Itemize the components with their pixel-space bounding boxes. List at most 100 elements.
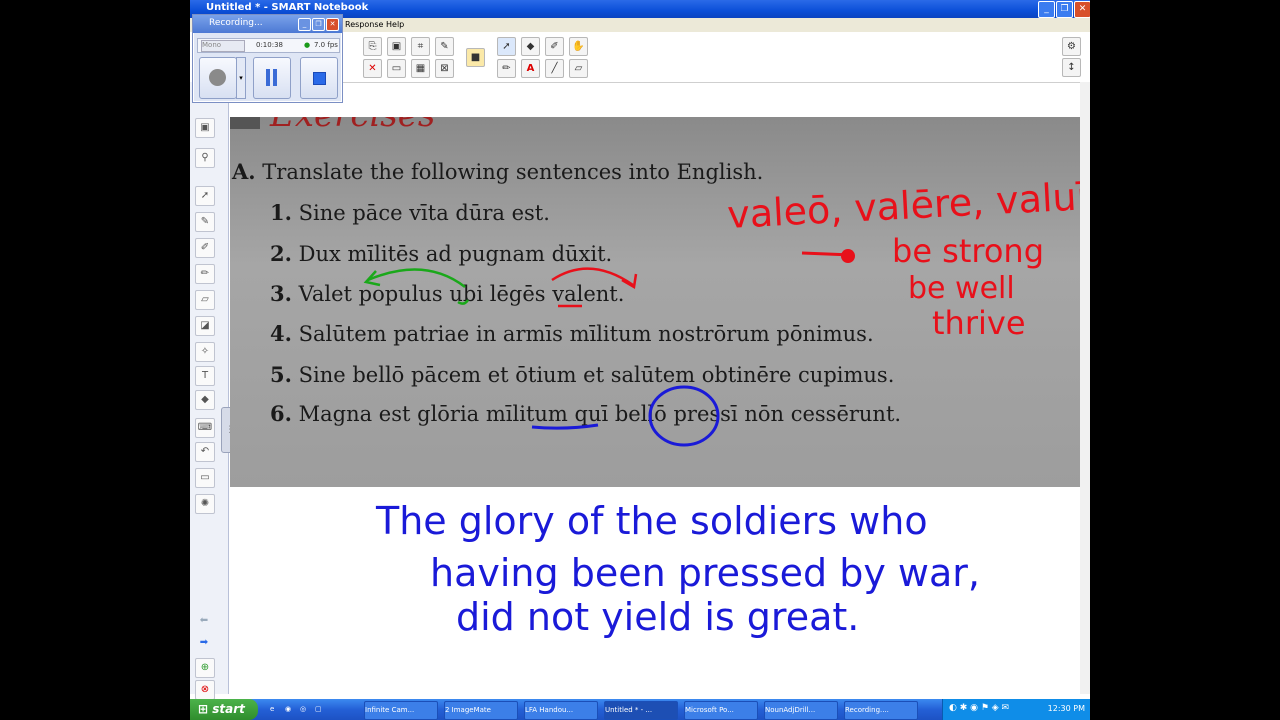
sentence-6: 6. Magna est glōria mīlitum quī bellō pr…	[270, 401, 901, 426]
task-label: NounAdjDrill...	[765, 706, 816, 714]
menu-response[interactable]: Response	[345, 20, 383, 29]
instruction-label: A.	[232, 159, 256, 184]
add-page-icon[interactable]: ⊕	[195, 658, 215, 678]
shapes-icon[interactable]: ◆	[521, 37, 540, 56]
blue-note-line1: The glory of the soldiers who	[375, 499, 928, 543]
clock: 12:30 PM	[1047, 704, 1085, 713]
instruction-text: Translate the following sentences into E…	[262, 160, 764, 184]
quicklaunch-desktop-icon[interactable]: ▢	[315, 701, 329, 718]
tray-icons[interactable]: ◐ ✱ ◉ ⚑ ◈ ✉	[949, 703, 1009, 713]
table-icon[interactable]: ▭	[387, 59, 406, 78]
gear-icon[interactable]: ⚙	[1062, 37, 1081, 56]
recording-widget: Recording... _ ❐ ✕ Mono 0:10:38 ● 7.0 fp…	[192, 14, 343, 103]
record-button[interactable]	[199, 57, 237, 99]
fill-icon[interactable]: ✋	[569, 37, 588, 56]
minimize-button[interactable]: _	[1038, 1, 1055, 18]
paste-icon[interactable]: ⎘	[363, 37, 382, 56]
quicklaunch-disc-icon[interactable]: ◎	[300, 701, 314, 718]
attachments-icon[interactable]: ⚲	[195, 148, 215, 168]
shape-tool-icon[interactable]: ◆	[195, 390, 215, 410]
magic-pen-icon[interactable]: ✐	[545, 37, 564, 56]
gallery-icon[interactable]: ■	[466, 48, 485, 67]
recording-title-bar[interactable]: Recording... _ ❐ ✕	[193, 15, 342, 33]
close-button[interactable]: ✕	[1074, 1, 1090, 18]
task-nounadjdrill[interactable]: NounAdjDrill...	[764, 701, 838, 720]
line-icon[interactable]: ╱	[545, 59, 564, 78]
recording-title: Recording...	[209, 18, 263, 28]
pen-tool-icon[interactable]: ✎	[195, 212, 215, 232]
recorder-status-bar: Mono 0:10:38 ● 7.0 fps	[197, 38, 340, 53]
instruction-line: A. Translate the following sentences int…	[232, 159, 763, 184]
undo-icon[interactable]: ↶	[195, 442, 215, 462]
recorder-minimize-button[interactable]: _	[298, 18, 311, 31]
keyboard-icon[interactable]: ⌨	[195, 418, 215, 438]
stop-icon	[313, 72, 326, 85]
properties-icon[interactable]: ✎	[435, 37, 454, 56]
pause-icon	[266, 69, 270, 86]
task-infinite-cam[interactable]: Infinite Cam...	[364, 701, 438, 720]
recorder-restore-button[interactable]: ❐	[312, 18, 325, 31]
task-label: Recording....	[845, 706, 889, 714]
record-icon	[209, 69, 226, 86]
start-button[interactable]: ⊞ start	[190, 699, 258, 720]
sentence-5: 5. Sine bellō pācem et ōtium et salūtem …	[270, 362, 894, 387]
back-arrow-icon[interactable]: ⬅	[195, 612, 213, 630]
task-recording[interactable]: Recording....	[844, 701, 918, 720]
recorder-close-button[interactable]: ✕	[326, 18, 339, 31]
sentence-number: 1.	[270, 200, 292, 225]
record-options-dropdown[interactable]: ▾	[236, 57, 246, 99]
sentence-text: Salūtem patriae in armīs mīlitum nostrōr…	[298, 322, 874, 346]
sentence-text: Sine bellō pācem et ōtium et salūtem obt…	[298, 363, 895, 387]
sentence-number: 4.	[270, 321, 292, 346]
pause-button[interactable]	[253, 57, 291, 99]
recording-time: 0:10:38	[256, 41, 283, 49]
task-label: Infinite Cam...	[365, 706, 415, 714]
delete-icon[interactable]: ✕	[363, 59, 382, 78]
eraser-icon[interactable]: ▱	[569, 59, 588, 78]
text-tool-icon[interactable]: T	[195, 366, 215, 386]
pens-icon[interactable]: ✏	[497, 59, 516, 78]
fill-tool-icon[interactable]: ◪	[195, 316, 215, 336]
creative-pen-icon[interactable]: ✐	[195, 238, 215, 258]
select-tool-icon[interactable]: ➚	[195, 186, 215, 206]
text-icon[interactable]: A	[521, 59, 540, 78]
task-label: Untitled * - ...	[605, 706, 653, 714]
task-imagemate[interactable]: 2 ImageMate	[444, 701, 518, 720]
task-powerpoint[interactable]: Microsoft Po...	[684, 701, 758, 720]
quicklaunch-media-icon[interactable]: ◉	[285, 701, 299, 718]
forward-arrow-icon[interactable]: ➡	[195, 634, 213, 652]
pause-icon-bar	[273, 69, 277, 86]
vertical-scrollbar[interactable]	[1080, 82, 1090, 694]
settings-icon[interactable]: ✺	[195, 494, 215, 514]
sentence-text: Magna est glōria mīlitum quī bellō press…	[298, 402, 902, 426]
task-lfa-handout[interactable]: LFA Handou...	[524, 701, 598, 720]
highlighter-icon[interactable]: ✏	[195, 264, 215, 284]
recording-fps: 7.0 fps	[314, 41, 338, 49]
maximize-button[interactable]: ❐	[1056, 1, 1073, 18]
quicklaunch-ie-icon[interactable]: e	[270, 701, 284, 718]
window-title: Untitled * - SMART Notebook	[206, 2, 369, 13]
sentence-4: 4. Salūtem patriae in armīs mīlitum nost…	[270, 321, 874, 346]
select-icon[interactable]: ➚	[497, 37, 516, 56]
fullscreen-icon[interactable]: ⊠	[435, 59, 454, 78]
eraser-tool-icon[interactable]: ▱	[195, 290, 215, 310]
task-smart-notebook[interactable]: Untitled * - ...	[604, 701, 678, 720]
task-label: 2 ImageMate	[445, 706, 491, 714]
sentence-text: Valet populus ubi lēgēs valent.	[298, 282, 625, 306]
textbook-image: Exercises A. Translate the following sen…	[230, 117, 1090, 487]
capture-icon[interactable]: ⌗	[411, 37, 430, 56]
screen-shade-icon[interactable]: ▣	[387, 37, 406, 56]
screen-icon[interactable]: ▭	[195, 468, 215, 488]
delete-page-icon[interactable]: ⊗	[195, 680, 215, 700]
audio-mode-select[interactable]: Mono	[201, 40, 245, 52]
magic-pen-tool-icon[interactable]: ✧	[195, 342, 215, 362]
menu-help[interactable]: Help	[386, 20, 404, 29]
arrows-icon[interactable]: ↕	[1062, 58, 1081, 77]
blue-note-line3: did not yield is great.	[456, 595, 859, 639]
sentence-text: Sine pāce vīta dūra est.	[298, 201, 550, 225]
heading-mark	[230, 117, 260, 129]
grid-icon[interactable]: ▦	[411, 59, 430, 78]
stop-button[interactable]	[300, 57, 338, 99]
page-sorter-icon[interactable]: ▣	[195, 118, 215, 138]
blue-note-line2: having been pressed by war,	[430, 551, 980, 595]
